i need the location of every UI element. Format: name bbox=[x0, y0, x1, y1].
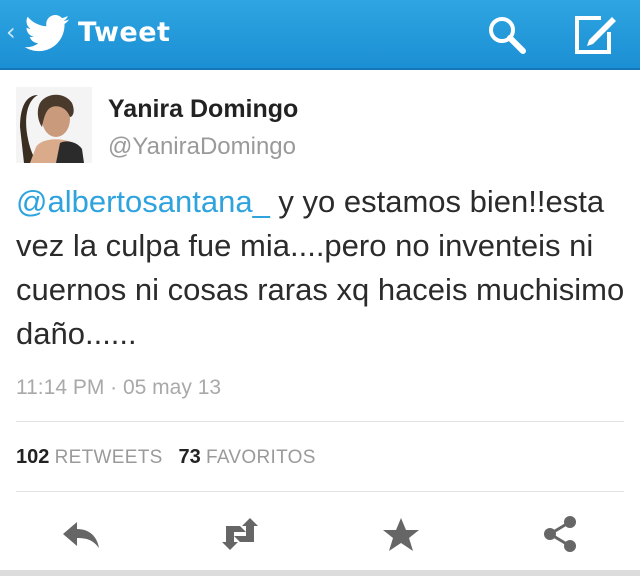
avatar[interactable] bbox=[16, 87, 92, 163]
bottom-edge bbox=[0, 570, 640, 576]
page-title: Tweet bbox=[78, 17, 171, 48]
tweet-timestamp: 11:14 PM · 05 may 13 bbox=[16, 376, 222, 399]
divider bbox=[16, 491, 624, 492]
share-icon[interactable] bbox=[538, 514, 582, 554]
search-icon[interactable] bbox=[484, 12, 530, 58]
twitter-bird-icon[interactable] bbox=[24, 15, 70, 53]
favorites-label[interactable]: FAVORITOS bbox=[206, 447, 316, 468]
tweet-text: @albertosantana_ y yo estamos bien!!esta… bbox=[16, 180, 631, 356]
favorite-star-icon[interactable] bbox=[379, 514, 423, 554]
action-bar bbox=[0, 494, 640, 576]
back-chevron-icon[interactable]: ‹ bbox=[6, 20, 16, 44]
retweets-count[interactable]: 102 bbox=[16, 446, 49, 468]
retweet-icon[interactable] bbox=[218, 514, 262, 554]
favorites-count[interactable]: 73 bbox=[178, 446, 200, 468]
compose-icon[interactable] bbox=[571, 12, 619, 58]
author-handle[interactable]: @YaniraDomingo bbox=[108, 133, 296, 161]
author-name[interactable]: Yanira Domingo bbox=[108, 95, 298, 124]
reply-icon[interactable] bbox=[59, 514, 103, 554]
mention-link[interactable]: @albertosantana_ bbox=[16, 184, 270, 219]
retweets-label[interactable]: RETWEETS bbox=[55, 447, 163, 468]
divider bbox=[16, 421, 624, 422]
tweet-stats: 102 RETWEETS 73 FAVORITOS bbox=[16, 446, 316, 469]
app-header: ‹ Tweet bbox=[0, 0, 640, 70]
avatar-portrait-icon bbox=[16, 87, 92, 163]
